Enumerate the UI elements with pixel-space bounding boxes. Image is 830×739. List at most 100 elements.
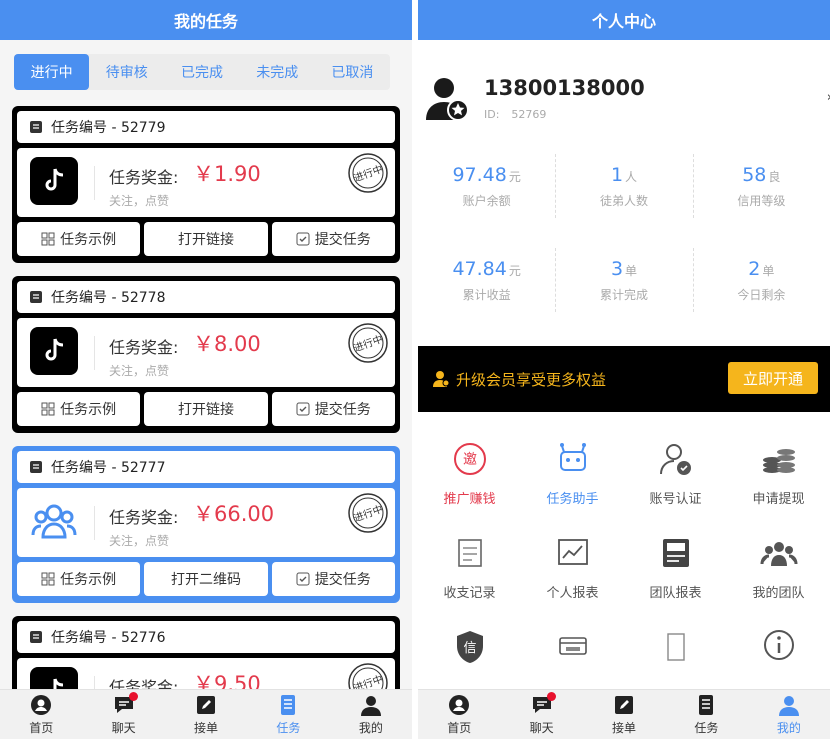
stat-total-completed[interactable]: 3单 累计完成 <box>555 244 692 316</box>
svg-text:邀: 邀 <box>463 452 477 468</box>
activate-vip-button[interactable]: 立即开通 <box>728 362 818 394</box>
reward-value: ￥8.00 <box>193 332 261 356</box>
open-link-button[interactable]: 打开链接 <box>144 392 268 426</box>
task-example-button[interactable]: 任务示例 <box>17 562 141 596</box>
user-id: ID: 52769 <box>484 108 546 121</box>
in-progress-stamp-icon: 进行中 <box>348 323 388 363</box>
stamp-text: 进行中 <box>352 162 385 184</box>
grid-icon <box>41 572 55 586</box>
grid-label: 收支记录 <box>443 586 496 601</box>
task-card-body: 任务奖金: ￥66.00 关注，点赞 进行中 <box>17 488 395 557</box>
task-number: 任务编号 - 52779 <box>51 120 166 136</box>
task-card-header: 任务编号 - 52778 <box>17 281 395 313</box>
tab-incomplete[interactable]: 未完成 <box>240 54 315 90</box>
stat-earnings-unit: 元 <box>508 263 521 278</box>
group-icon <box>30 497 78 545</box>
divider <box>94 506 95 540</box>
stat-earnings-label: 累计收益 <box>462 287 511 302</box>
stat-remaining-today[interactable]: 2单 今日剩余 <box>692 244 830 316</box>
stat-total-earnings[interactable]: 47.84 元 累计收益 <box>418 244 555 316</box>
task-doc-icon <box>30 631 42 643</box>
edit-icon <box>197 695 216 714</box>
grid-label: 账号认证 <box>649 492 702 507</box>
grid-icon <box>41 402 55 416</box>
task-example-label: 任务示例 <box>60 572 117 588</box>
nav-tasks[interactable]: 任务 <box>665 690 747 739</box>
chat-icon <box>531 691 556 716</box>
task-actions: 任务示例 打开链接 提交任务 <box>17 222 395 256</box>
nav-orders[interactable]: 接单 <box>583 690 665 739</box>
nav-home[interactable]: 首页 <box>418 690 500 739</box>
stat-credit-unit: 良 <box>768 169 781 184</box>
stat-balance-value: 97.48 <box>452 163 507 186</box>
nav-chat-label: 聊天 <box>111 720 136 735</box>
submit-task-label: 提交任务 <box>314 572 371 588</box>
stat-apprentices-label: 徒弟人数 <box>599 193 648 208</box>
tab-in-progress[interactable]: 进行中 <box>14 54 90 90</box>
grid-item-ledger[interactable]: 收支记录 <box>418 534 521 628</box>
home-icon <box>31 694 52 715</box>
grid-item-withdraw[interactable]: 申请提现 <box>727 440 830 534</box>
invite-icon: 邀 <box>453 443 486 475</box>
credit-shield-icon: 信 <box>456 631 483 663</box>
nav-chat[interactable]: 聊天 <box>82 690 164 739</box>
reward-value: ￥1.90 <box>193 162 261 186</box>
submit-task-button[interactable]: 提交任务 <box>271 222 395 256</box>
stat-apprentices[interactable]: 1人 徒弟人数 <box>555 150 692 222</box>
submit-task-button[interactable]: 提交任务 <box>271 392 395 426</box>
tiktok-icon <box>30 157 78 205</box>
nav-orders-label: 接单 <box>612 720 637 735</box>
task-tags: 关注，点赞 <box>109 534 170 548</box>
profile-header[interactable]: 13800138000 ID:52769 › <box>418 70 830 130</box>
grid-item-personal-report[interactable]: 个人报表 <box>521 534 624 628</box>
task-example-button[interactable]: 任务示例 <box>17 392 141 426</box>
nav-tasks[interactable]: 任务 <box>247 690 329 739</box>
coins-icon <box>762 449 795 473</box>
tab-pending-review[interactable]: 待审核 <box>89 54 164 90</box>
stat-credit[interactable]: 58 良 信用等级 <box>692 150 830 222</box>
task-doc-icon <box>30 121 42 133</box>
nav-chat[interactable]: 聊天 <box>500 690 582 739</box>
tab-cancelled[interactable]: 已取消 <box>315 54 390 90</box>
open-link-button[interactable]: 打开链接 <box>144 222 268 256</box>
unread-badge <box>128 691 138 701</box>
task-example-button[interactable]: 任务示例 <box>17 222 141 256</box>
stat-apprentices-value: 1 <box>610 163 624 186</box>
nav-mine[interactable]: 我的 <box>748 690 830 739</box>
stamp-text: 进行中 <box>352 502 385 524</box>
grid-item-promote[interactable]: 邀 推广赚钱 <box>418 440 521 534</box>
grid-label: 任务助手 <box>546 492 599 507</box>
task-tags: 关注，点赞 <box>109 364 170 378</box>
grid-item-team-report[interactable]: 团队报表 <box>624 534 727 628</box>
nav-orders[interactable]: 接单 <box>165 690 247 739</box>
vip-banner: 升级会员享受更多权益 立即开通 <box>418 346 830 412</box>
task-number: 任务编号 - 52776 <box>51 630 166 646</box>
grid-item-account-verify[interactable]: 账号认证 <box>624 440 727 534</box>
nav-home[interactable]: 首页 <box>0 690 82 739</box>
reward-label: 任务奖金: <box>109 508 179 527</box>
reward-value: ￥66.00 <box>193 502 275 526</box>
task-card-body: 任务奖金: ￥8.00 关注，点赞 进行中 <box>17 318 395 387</box>
submit-task-button[interactable]: 提交任务 <box>271 562 395 596</box>
info-icon <box>763 630 794 660</box>
reward-label: 任务奖金: <box>109 338 179 357</box>
task-icon <box>699 694 714 715</box>
task-actions: 任务示例 打开二维码 提交任务 <box>17 562 395 596</box>
open-qrcode-button[interactable]: 打开二维码 <box>144 562 268 596</box>
stat-completed-unit: 单 <box>625 263 638 278</box>
tab-completed[interactable]: 已完成 <box>164 54 239 90</box>
profile-icon <box>778 695 799 716</box>
nav-mine-label: 我的 <box>776 720 801 735</box>
stamp-text: 进行中 <box>352 332 385 354</box>
nav-mine[interactable]: 我的 <box>330 690 412 739</box>
grid-item-task-helper[interactable]: 任务助手 <box>521 440 624 534</box>
stat-balance[interactable]: 97.48 元 账户余额 <box>418 150 555 222</box>
task-doc-icon <box>30 461 42 473</box>
stat-balance-unit: 元 <box>508 169 521 184</box>
task-card: 任务编号 - 52779 任务奖金: ￥1.90 关注，点赞 进行中 任务示例 … <box>12 106 400 263</box>
grid-icon <box>41 232 55 246</box>
tiktok-icon <box>30 327 78 375</box>
stat-balance-label: 账户余额 <box>462 193 511 208</box>
checkbox-icon <box>296 572 310 586</box>
grid-item-my-team[interactable]: 我的团队 <box>727 534 830 628</box>
